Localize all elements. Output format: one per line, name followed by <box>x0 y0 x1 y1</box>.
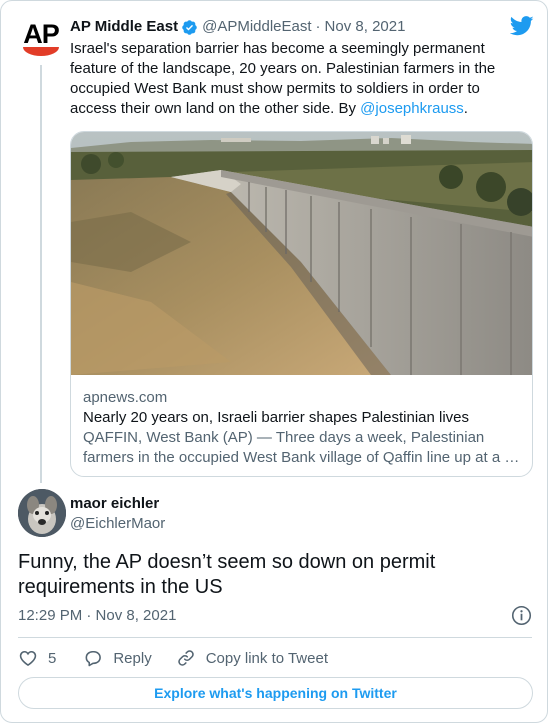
reply-author-handle[interactable]: @EichlerMaor <box>70 514 165 534</box>
link-description: QAFFIN, West Bank (AP) — Three days a we… <box>83 429 520 466</box>
parent-tweet-date[interactable]: Nov 8, 2021 <box>325 17 406 37</box>
parent-tweet-text: Israel's separation barrier has become a… <box>70 39 520 119</box>
twitter-bird-icon[interactable] <box>510 16 534 36</box>
reply-timestamp[interactable]: 12:29 PM · Nov 8, 2021 <box>18 606 176 626</box>
reply-button[interactable]: Reply <box>83 648 152 668</box>
reply-author-name[interactable]: maor eichler <box>70 494 159 514</box>
dog-photo-avatar-image <box>18 489 66 537</box>
like-count: 5 <box>48 649 57 667</box>
ap-avatar[interactable]: AP <box>19 17 63 61</box>
explore-twitter-button[interactable]: Explore what's happening on Twitter <box>18 677 533 709</box>
ap-logo-arc <box>23 47 59 56</box>
link-card-body: apnews.com Nearly 20 years on, Israeli b… <box>83 388 523 468</box>
reply-label: Reply <box>113 649 152 667</box>
info-icon[interactable] <box>511 605 532 626</box>
separation-barrier-photo <box>71 132 532 375</box>
link-icon <box>177 650 194 666</box>
parent-author-name[interactable]: AP Middle East <box>70 17 178 37</box>
parent-author-handle[interactable]: @APMiddleEast <box>202 17 311 37</box>
thread-connector-line <box>40 65 42 483</box>
copy-link-label: Copy link to Tweet <box>205 649 328 667</box>
reply-tweet-text: Funny, the AP doesn’t seem so down on pe… <box>18 551 436 598</box>
embedded-tweet-card: AP AP Middle East @APMiddleEast · Nov 8,… <box>0 0 548 723</box>
tweet-actions-bar: 5 Reply Copy link to Tweet <box>18 647 328 669</box>
parent-text-end: . <box>463 100 468 117</box>
like-button[interactable]: 5 <box>18 648 56 668</box>
parent-tweet-header: AP Middle East @APMiddleEast · Nov 8, 20… <box>70 17 405 37</box>
link-title: Nearly 20 years on, Israeli barrier shap… <box>83 409 470 426</box>
copy-link-button[interactable]: Copy link to Tweet <box>176 648 328 668</box>
divider <box>18 637 532 638</box>
reply-author-avatar[interactable] <box>18 489 66 537</box>
link-preview-card[interactable]: apnews.com Nearly 20 years on, Israeli b… <box>70 131 533 477</box>
reply-bubble-icon <box>85 650 102 667</box>
heart-icon <box>19 650 37 667</box>
verified-badge-icon <box>182 19 197 35</box>
header-separator: · <box>315 18 321 35</box>
link-domain: apnews.com <box>83 389 168 406</box>
mention-link[interactable]: @josephkrauss <box>360 100 464 117</box>
ap-logo-text: AP <box>23 19 60 49</box>
